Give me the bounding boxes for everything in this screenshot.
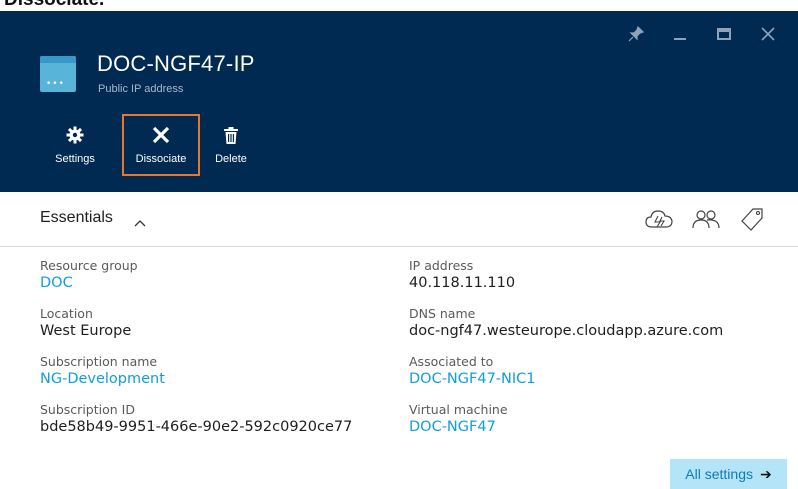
- properties-left-column: Resource group DOC Location West Europe …: [40, 258, 380, 450]
- property-virtual-machine: Virtual machine DOC-NGF47: [409, 402, 789, 450]
- arrow-right-icon: ➔: [759, 465, 772, 482]
- resource-group-link[interactable]: DOC: [40, 274, 380, 293]
- tag-icon[interactable]: [734, 203, 770, 235]
- location-value: West Europe: [40, 323, 132, 339]
- subscription-id-value: bde58b49-9951-466e-90e2-592c0920ce77: [40, 419, 353, 435]
- property-key: Subscription name: [40, 354, 158, 369]
- page-subtitle: Public IP address: [98, 83, 184, 95]
- page-title: DOC-NGF47-IP: [97, 51, 255, 76]
- property-key: Resource group: [40, 258, 138, 273]
- minimize-icon[interactable]: [658, 19, 702, 49]
- blade-header: ••• DOC-NGF47-IP Public IP address Setti…: [0, 11, 798, 192]
- users-icon[interactable]: [688, 203, 724, 235]
- gear-icon: [66, 124, 84, 146]
- property-subscription-name: Subscription name NG-Development: [40, 354, 380, 402]
- window-controls: [614, 19, 790, 49]
- caption-emphasis: Dissociate.: [4, 0, 104, 10]
- property-resource-group: Resource group DOC: [40, 258, 380, 306]
- property-key: Location: [40, 306, 93, 321]
- delete-label: Delete: [215, 153, 247, 165]
- dns-name-value: doc-ngf47.westeurope.cloudapp.azure.com: [409, 323, 724, 339]
- property-associated-to: Associated to DOC-NGF47-NIC1: [409, 354, 789, 402]
- x-icon: [152, 124, 170, 146]
- virtual-machine-link[interactable]: DOC-NGF47: [409, 418, 789, 437]
- essentials-title[interactable]: Essentials: [40, 209, 113, 227]
- property-ip-address: IP address 40.118.11.110: [409, 258, 789, 306]
- all-settings-label: All settings: [685, 466, 753, 482]
- dissociate-button[interactable]: Dissociate: [122, 114, 200, 176]
- maximize-icon[interactable]: [702, 19, 746, 49]
- property-key: Associated to: [409, 354, 494, 369]
- properties-right-column: IP address 40.118.11.110 DNS name doc-ng…: [409, 258, 789, 450]
- dissociate-label: Dissociate: [135, 153, 187, 165]
- all-settings-button[interactable]: All settings ➔: [670, 459, 787, 489]
- essentials-header: Essentials: [0, 192, 798, 247]
- property-dns-name: DNS name doc-ngf47.westeurope.cloudapp.a…: [409, 306, 789, 354]
- chevron-up-icon[interactable]: [134, 212, 146, 231]
- subscription-name-link[interactable]: NG-Development: [40, 370, 380, 389]
- close-icon[interactable]: [746, 19, 790, 49]
- property-location: Location West Europe: [40, 306, 380, 354]
- ip-address-value: 40.118.11.110: [409, 275, 516, 291]
- settings-label: Settings: [55, 153, 95, 165]
- command-toolbar: Settings Dissociate Delete: [44, 114, 256, 178]
- cloud-icon[interactable]: [642, 203, 678, 235]
- settings-button[interactable]: Settings: [44, 114, 106, 178]
- pin-icon[interactable]: [614, 19, 658, 49]
- essentials-actions: [642, 203, 770, 235]
- property-key: DNS name: [409, 306, 476, 321]
- property-key: Subscription ID: [40, 402, 135, 417]
- property-key: Virtual machine: [409, 402, 508, 417]
- property-key: IP address: [409, 258, 474, 273]
- instruction-caption: click Dissociate.: [0, 0, 470, 11]
- delete-button[interactable]: Delete: [206, 114, 256, 178]
- public-ip-icon: •••: [40, 56, 76, 92]
- associated-to-link[interactable]: DOC-NGF47-NIC1: [409, 370, 789, 389]
- trash-icon: [224, 124, 238, 146]
- property-subscription-id: Subscription ID bde58b49-9951-466e-90e2-…: [40, 402, 380, 450]
